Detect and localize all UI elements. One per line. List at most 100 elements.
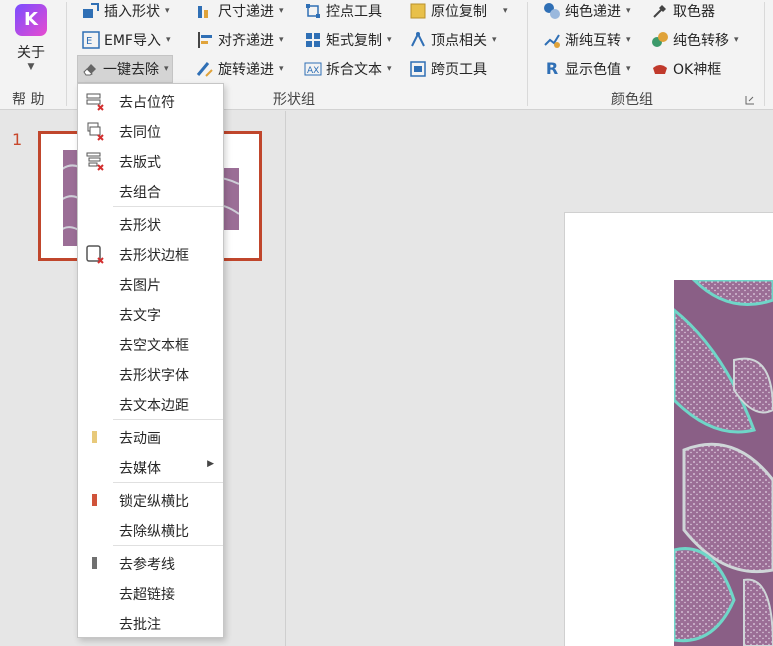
menu-item-label: 去文本边距 — [119, 398, 189, 414]
handle-tool-button[interactable]: 控点工具 — [301, 0, 385, 24]
vertex-button[interactable]: 顶点相关 ▾ — [406, 27, 500, 53]
chevron-down-icon: ▾ — [626, 6, 631, 16]
menu-item-remove-image[interactable]: 去图片 — [79, 269, 222, 299]
menu-item-remove-media[interactable]: 去媒体 ▶ — [79, 452, 222, 482]
split-text-button[interactable]: AX 拆合文本 ▾ — [301, 56, 395, 82]
emf-import-button[interactable]: E EMF导入 ▾ — [79, 27, 174, 53]
menu-separator — [113, 545, 223, 546]
remove-same-position-icon — [87, 122, 104, 141]
about-button[interactable]: K 关于 ▼ — [6, 2, 56, 84]
menu-item-remove-shape-font[interactable]: 去形状字体 — [79, 359, 222, 389]
color-transfer-button[interactable]: 纯色转移 ▾ — [648, 27, 742, 53]
menu-item-remove-animation[interactable]: 去动画 — [79, 422, 222, 452]
dialog-launcher-icon[interactable] — [745, 95, 755, 105]
menu-item-remove-text[interactable]: 去文字 — [79, 299, 222, 329]
menu-item-label: 去文字 — [119, 308, 161, 324]
split-text-icon: AX — [304, 62, 322, 76]
menu-item-label: 去形状边框 — [119, 248, 189, 264]
menu-item-label: 去超链接 — [119, 587, 175, 603]
menu-item-remove-shape-border[interactable]: 去形状边框 — [79, 239, 222, 269]
menu-item-label: 去参考线 — [119, 557, 175, 573]
handle-tool-icon — [306, 4, 320, 18]
menu-separator — [113, 482, 223, 483]
chevron-down-icon: ▼ — [27, 62, 35, 72]
ok-frame-label: OK神框 — [673, 62, 722, 78]
rotate-step-label: 旋转递进 — [218, 62, 274, 78]
show-color-value-label: 显示色值 — [565, 62, 621, 78]
align-step-button[interactable]: 对齐递进 ▾ — [193, 27, 287, 53]
menu-item-remove-shape[interactable]: 去形状 — [79, 209, 222, 239]
matrix-copy-icon — [306, 33, 320, 47]
solid-color-step-button[interactable]: 纯色递进 ▾ — [540, 0, 634, 24]
cross-page-icon — [410, 61, 426, 77]
chevron-down-icon: ▾ — [165, 6, 170, 16]
split-text-label: 拆合文本 — [326, 62, 382, 78]
align-step-label: 对齐递进 — [218, 33, 274, 49]
one-click-remove-label: 一键去除 — [103, 62, 159, 78]
solid-color-step-label: 纯色递进 — [565, 4, 621, 20]
menu-item-remove-same-position[interactable]: 去同位 — [79, 116, 222, 146]
chevron-down-icon: ▾ — [626, 35, 631, 45]
one-click-remove-button[interactable]: 一键去除 ▾ — [77, 55, 173, 83]
menu-item-lock-aspect-ratio[interactable]: 锁定纵横比 — [79, 485, 222, 515]
handle-tool-label: 控点工具 — [326, 4, 382, 20]
menu-item-remove-layout[interactable]: 去版式 — [79, 146, 222, 176]
color-transfer-icon — [652, 32, 668, 47]
lock-aspect-marker-icon — [92, 494, 97, 506]
group-divider — [764, 2, 765, 106]
eyedropper-button[interactable]: 取色器 — [648, 0, 718, 24]
gradient-convert-label: 渐纯互转 — [565, 33, 621, 49]
insert-shape-button[interactable]: 插入形状 ▾ — [79, 0, 173, 24]
app-logo-icon: K — [15, 4, 47, 36]
menu-item-label: 去图片 — [119, 278, 161, 294]
chevron-down-icon: ▾ — [492, 35, 497, 45]
in-place-copy-button[interactable]: 原位复制 ▾ — [406, 0, 511, 24]
menu-item-remove-placeholder[interactable]: 去占位符 — [79, 86, 222, 116]
cross-page-button[interactable]: 跨页工具 — [406, 56, 490, 82]
emf-import-label: EMF导入 — [104, 33, 161, 49]
menu-item-remove-empty-textbox[interactable]: 去空文本框 — [79, 329, 222, 359]
color-transfer-label: 纯色转移 — [673, 33, 729, 49]
rotate-step-icon — [196, 62, 213, 77]
size-step-label: 尺寸递进 — [218, 4, 274, 20]
menu-item-remove-aspect-ratio[interactable]: 去除纵横比 — [79, 515, 222, 545]
menu-item-label: 去占位符 — [119, 95, 175, 111]
matrix-copy-button[interactable]: 矩式复制 ▾ — [301, 27, 395, 53]
chevron-down-icon: ▾ — [279, 64, 284, 74]
menu-item-remove-text-margin[interactable]: 去文本边距 — [79, 389, 222, 419]
menu-item-remove-hyperlink[interactable]: 去超链接 — [79, 578, 222, 608]
svg-text:AX: AX — [307, 66, 319, 76]
solid-color-step-icon — [544, 3, 560, 19]
chevron-down-icon: ▾ — [279, 6, 284, 16]
menu-item-remove-comments[interactable]: 去批注 — [79, 608, 222, 638]
menu-item-label: 去形状 — [119, 218, 161, 234]
ok-frame-button[interactable]: OK神框 — [648, 56, 724, 82]
remove-placeholder-icon — [86, 93, 104, 111]
chevron-down-icon: ▾ — [503, 6, 508, 16]
chevron-down-icon: ▾ — [165, 35, 171, 45]
matrix-copy-label: 矩式复制 — [326, 33, 382, 49]
menu-item-label: 去媒体 — [119, 461, 161, 477]
svg-text:E: E — [86, 36, 92, 47]
group-divider — [66, 2, 67, 106]
chevron-down-icon: ▾ — [626, 64, 631, 74]
menu-item-label: 去批注 — [119, 617, 161, 633]
help-group-label: 帮 助 — [12, 92, 45, 108]
group-divider — [527, 2, 528, 106]
size-step-icon — [198, 6, 208, 18]
menu-item-remove-group[interactable]: 去组合 — [79, 176, 222, 206]
gradient-convert-button[interactable]: 渐纯互转 ▾ — [540, 27, 634, 53]
show-color-value-button[interactable]: R 显示色值 ▾ — [540, 56, 634, 82]
size-step-button[interactable]: 尺寸递进 ▾ — [193, 0, 287, 24]
in-place-copy-icon — [410, 3, 426, 19]
slide-number: 1 — [12, 130, 23, 149]
menu-item-label: 去同位 — [119, 125, 161, 141]
tissue-image[interactable] — [674, 280, 773, 646]
remove-layout-icon — [86, 152, 104, 171]
menu-item-remove-guides[interactable]: 去参考线 — [79, 548, 222, 578]
menu-item-label: 去形状字体 — [119, 368, 189, 384]
chevron-down-icon: ▾ — [734, 35, 739, 45]
chevron-down-icon: ▾ — [387, 35, 392, 45]
ok-frame-icon — [653, 65, 667, 74]
rotate-step-button[interactable]: 旋转递进 ▾ — [193, 56, 287, 82]
